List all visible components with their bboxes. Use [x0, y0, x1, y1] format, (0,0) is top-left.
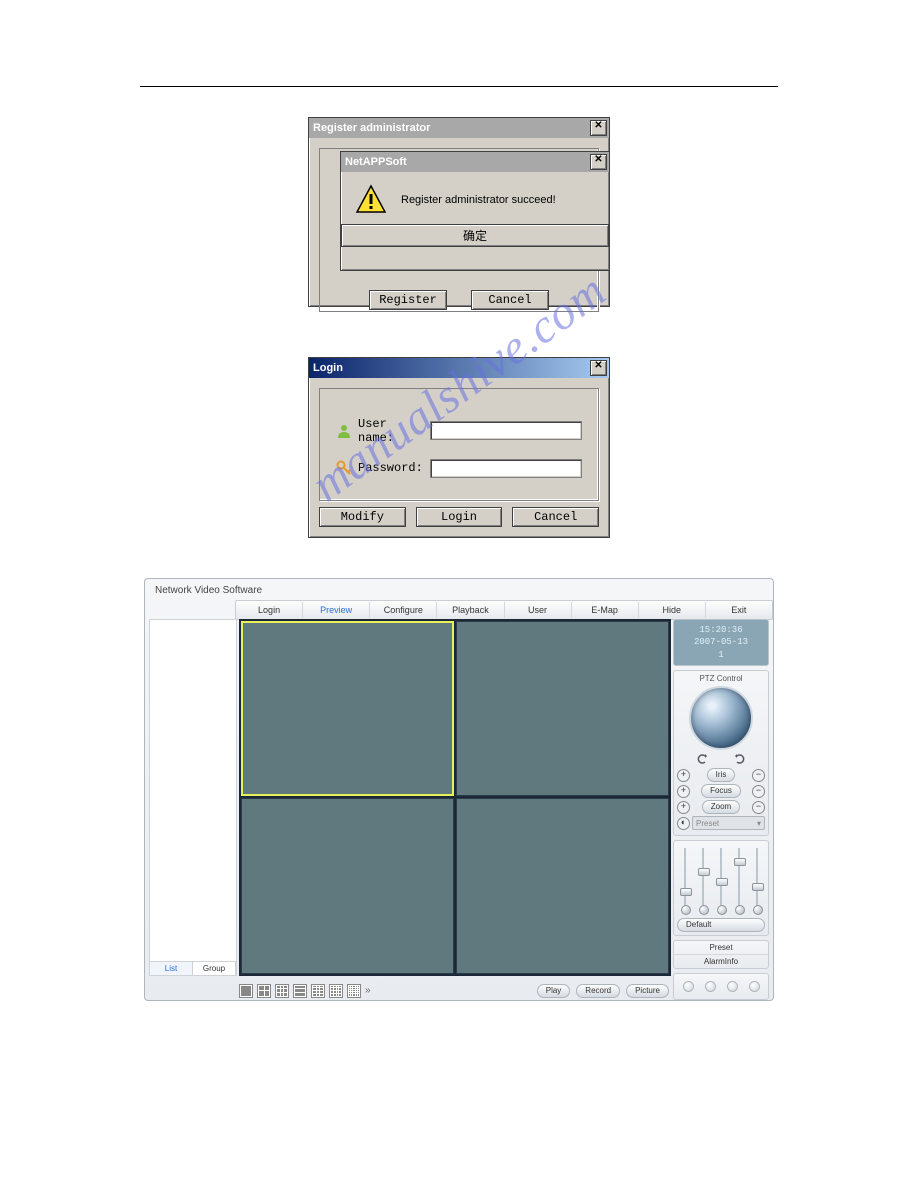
layout-icon-5[interactable] [311, 984, 325, 998]
record-button[interactable]: Record [576, 984, 620, 998]
right-tab-preset[interactable]: Preset [674, 941, 768, 955]
app-menu: LoginPreviewConfigurePlaybackUserE-MapHi… [235, 600, 773, 620]
clock-panel: 15:20:36 2007-05-13 1 [673, 619, 769, 667]
layout-icon-1[interactable] [239, 984, 253, 998]
default-button[interactable]: Default [677, 918, 765, 932]
preset-cycle-icon[interactable]: ◐ [677, 817, 690, 830]
message-box: NetAPPSoft ✕ Register administrator succ… [340, 151, 610, 271]
right-tabs: PresetAlarmInfo [673, 940, 769, 969]
iris-minus-button[interactable]: − [752, 769, 765, 782]
video-grid [239, 619, 671, 976]
menu-item-hide[interactable]: Hide [639, 602, 706, 618]
layout-icon-3[interactable] [275, 984, 289, 998]
rotate-ccw-icon[interactable] [697, 754, 707, 764]
slider-4[interactable] [733, 848, 745, 912]
ptz-dial[interactable] [689, 686, 753, 750]
slider-5[interactable] [751, 848, 763, 912]
menu-item-configure[interactable]: Configure [370, 602, 437, 618]
login-titlebar: Login ✕ [309, 358, 609, 378]
warning-icon [355, 184, 387, 216]
right-tab-alarminfo[interactable]: AlarmInfo [674, 955, 768, 968]
modify-button[interactable]: Modify [319, 507, 406, 527]
clock-date: 2007-05-13 [676, 636, 766, 649]
layout-icon-6[interactable] [329, 984, 343, 998]
cancel-button[interactable]: Cancel [471, 290, 549, 310]
login-button[interactable]: Login [416, 507, 503, 527]
close-icon[interactable]: ✕ [590, 360, 607, 376]
side-tab-list[interactable]: List [150, 961, 193, 975]
key-icon [336, 460, 352, 476]
side-tab-group[interactable]: Group [193, 961, 236, 975]
menu-item-playback[interactable]: Playback [437, 602, 504, 618]
picture-button[interactable]: Picture [626, 984, 669, 998]
clock-extra: 1 [676, 649, 766, 662]
message-box-titlebar: NetAPPSoft ✕ [341, 152, 609, 172]
layout-icon-7[interactable] [347, 984, 361, 998]
close-icon[interactable]: ✕ [590, 120, 607, 136]
layout-icon-4[interactable] [293, 984, 307, 998]
play-button[interactable]: Play [537, 984, 571, 998]
password-label: Password: [358, 461, 424, 475]
layout-icon-2[interactable] [257, 984, 271, 998]
cancel-button[interactable]: Cancel [512, 507, 599, 527]
sliders-panel: Default [673, 840, 769, 936]
register-button[interactable]: Register [369, 290, 447, 310]
username-label: User name: [358, 417, 424, 445]
slider-3[interactable] [715, 848, 727, 912]
password-input[interactable] [430, 459, 582, 478]
layout-icons: » [239, 984, 371, 998]
iris-plus-button[interactable]: + [677, 769, 690, 782]
indicator-dot [749, 981, 760, 992]
slider-2[interactable] [697, 848, 709, 912]
indicator-dot [683, 981, 694, 992]
indicator-dot [705, 981, 716, 992]
clock-time: 15:20:36 [676, 624, 766, 637]
zoom-plus-button[interactable]: + [677, 801, 690, 814]
slider-1[interactable] [679, 848, 691, 912]
zoom-minus-button[interactable]: − [752, 801, 765, 814]
ok-button[interactable]: 确定 [341, 224, 609, 247]
menu-item-login[interactable]: Login [236, 602, 303, 618]
ptz-title: PTZ Control [677, 674, 765, 683]
menu-item-user[interactable]: User [505, 602, 572, 618]
focus-minus-button[interactable]: − [752, 785, 765, 798]
zoom-label: Zoom [702, 800, 740, 814]
indicator-dot [727, 981, 738, 992]
rotate-cw-icon[interactable] [735, 754, 745, 764]
video-cell-3[interactable] [241, 798, 454, 974]
login-title: Login [313, 362, 343, 374]
user-icon [336, 423, 352, 439]
preset-select[interactable]: Preset▾ [692, 816, 765, 830]
register-admin-title: Register administrator [313, 122, 430, 134]
menu-item-preview[interactable]: Preview [303, 602, 370, 618]
device-tree-panel: ListGroup [149, 619, 237, 976]
app-title: Network Video Software [145, 579, 773, 600]
menu-item-exit[interactable]: Exit [706, 602, 772, 618]
focus-label: Focus [701, 784, 741, 798]
message-text: Register administrator succeed! [401, 194, 556, 206]
username-input[interactable] [430, 421, 582, 440]
indicator-panel [673, 973, 769, 1000]
message-box-title: NetAPPSoft [345, 156, 407, 168]
iris-label: Iris [707, 768, 736, 782]
focus-plus-button[interactable]: + [677, 785, 690, 798]
video-cell-4[interactable] [456, 798, 669, 974]
ptz-panel: PTZ Control +Iris−+Focus−+Zoom− ◐ Preset… [673, 670, 769, 836]
video-cell-1[interactable] [241, 621, 454, 797]
layout-more-icon[interactable]: » [365, 985, 371, 996]
nvs-app-window: Network Video Software LoginPreviewConfi… [144, 578, 774, 1001]
menu-item-e-map[interactable]: E-Map [572, 602, 639, 618]
login-dialog: Login ✕ User name: [308, 357, 610, 538]
video-cell-2[interactable] [456, 621, 669, 797]
close-icon[interactable]: ✕ [590, 154, 607, 170]
register-admin-titlebar: Register administrator ✕ [309, 118, 609, 138]
